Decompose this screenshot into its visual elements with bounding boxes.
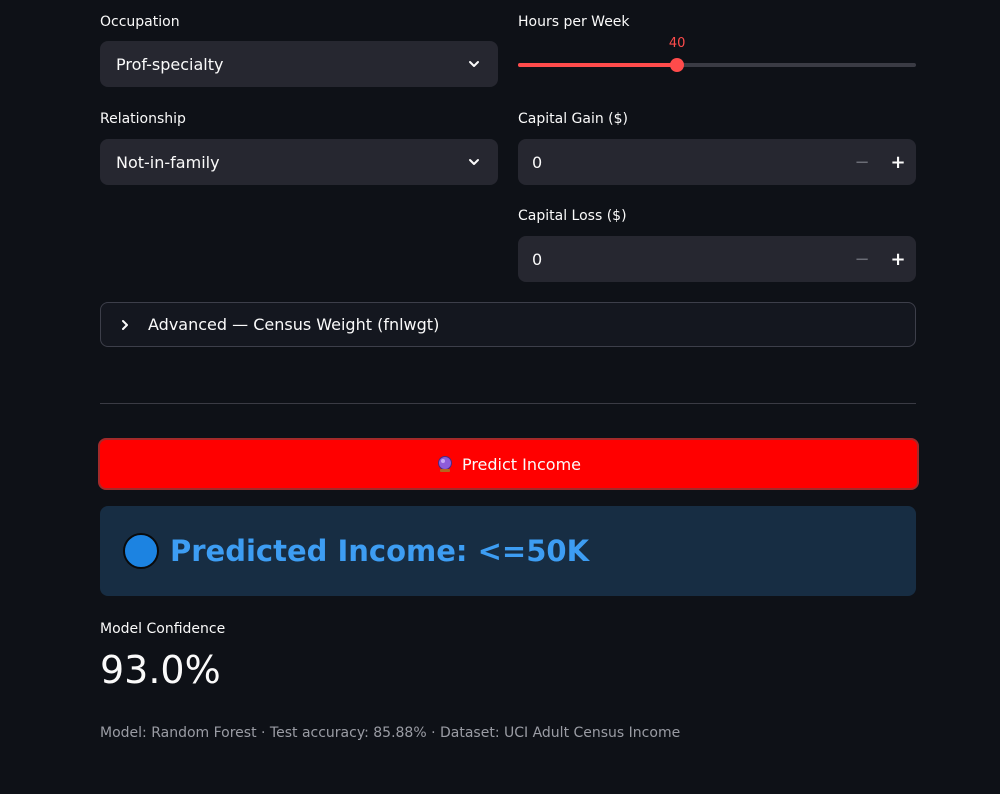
model-confidence-value: 93.0%	[100, 648, 221, 692]
occupation-label: Occupation	[100, 14, 180, 30]
relationship-value: Not-in-family	[116, 152, 220, 172]
occupation-value: Prof-specialty	[116, 54, 224, 74]
capital-gain-label: Capital Gain ($)	[518, 111, 629, 127]
capital-gain-decrement-button[interactable]: −	[844, 139, 880, 185]
slider-thumb[interactable]	[670, 58, 685, 72]
relationship-label: Relationship	[100, 111, 186, 127]
hours-per-week-slider[interactable]: 40	[518, 36, 916, 72]
chevron-right-icon	[119, 319, 133, 331]
prediction-result-banner: Predicted Income: <=50K	[100, 506, 916, 596]
chevron-down-icon	[466, 154, 482, 170]
hours-per-week-label: Hours per Week	[518, 14, 630, 30]
capital-gain-input[interactable]	[518, 152, 844, 172]
capital-loss-field: − +	[518, 236, 916, 282]
model-confidence-label: Model Confidence	[100, 621, 226, 637]
capital-loss-increment-button[interactable]: +	[880, 236, 916, 282]
chevron-down-icon	[466, 56, 482, 72]
capital-gain-field: − +	[518, 139, 916, 185]
predict-income-button[interactable]: Predict Income	[98, 438, 919, 490]
crystal-ball-icon	[436, 455, 454, 473]
capital-gain-increment-button[interactable]: +	[880, 139, 916, 185]
slider-value: 40	[668, 36, 686, 51]
model-info-caption: Model: Random Forest · Test accuracy: 85…	[100, 725, 681, 741]
prediction-result-text: Predicted Income: <=50K	[170, 534, 590, 568]
capital-loss-input[interactable]	[518, 249, 844, 269]
slider-fill	[518, 63, 678, 67]
advanced-expander[interactable]: Advanced — Census Weight (fnlwgt)	[100, 302, 916, 347]
blue-circle-icon	[123, 533, 159, 569]
relationship-select[interactable]: Not-in-family	[100, 139, 498, 185]
app-page: Occupation Prof-specialty Hours per Week…	[0, 0, 1000, 794]
advanced-expander-label: Advanced — Census Weight (fnlwgt)	[148, 315, 440, 334]
occupation-select[interactable]: Prof-specialty	[100, 41, 498, 87]
section-divider	[100, 403, 916, 404]
capital-loss-decrement-button[interactable]: −	[844, 236, 880, 282]
predict-income-label: Predict Income	[461, 454, 582, 474]
capital-loss-label: Capital Loss ($)	[518, 208, 627, 224]
